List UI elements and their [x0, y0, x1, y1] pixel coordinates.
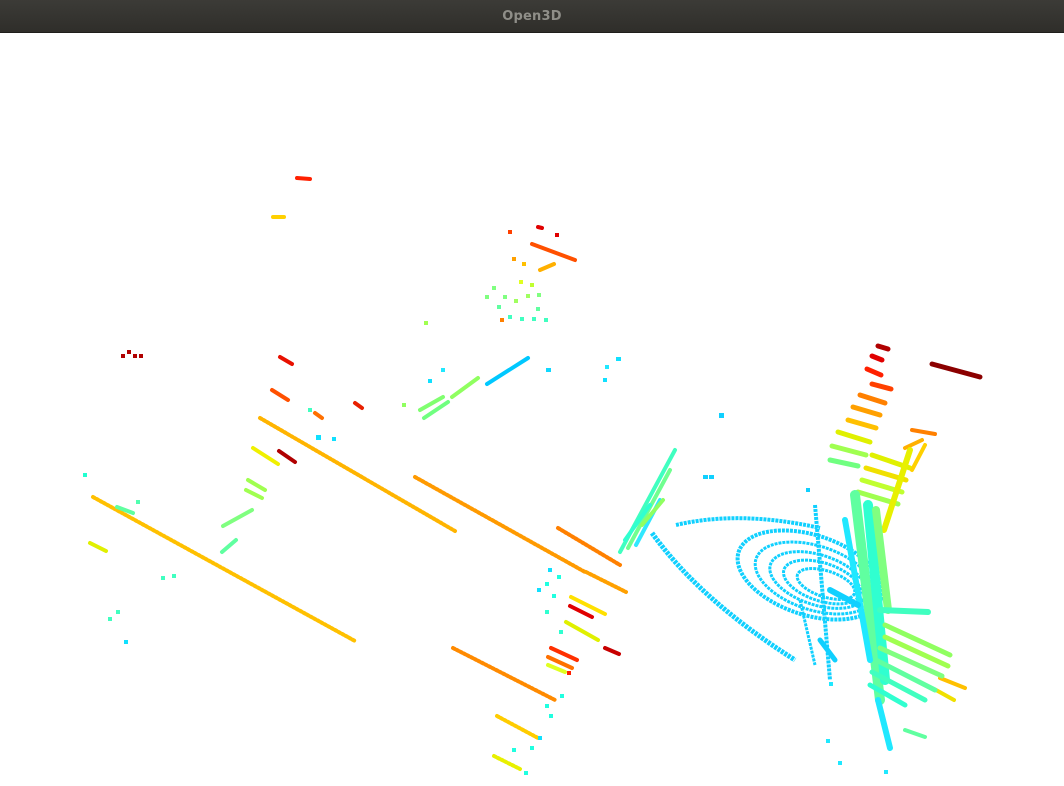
- scatter-segments: [88, 176, 621, 674]
- tree-cluster-left: [618, 448, 677, 554]
- window-title: Open3D: [502, 9, 562, 24]
- point-clusters: [83, 230, 888, 775]
- tree-cluster-right: [817, 343, 953, 751]
- point-cloud-viewport[interactable]: [0, 33, 1064, 786]
- title-bar[interactable]: Open3D: [0, 0, 1064, 33]
- open3d-window: Open3D: [0, 0, 1064, 786]
- point-cloud-render: [83, 176, 983, 775]
